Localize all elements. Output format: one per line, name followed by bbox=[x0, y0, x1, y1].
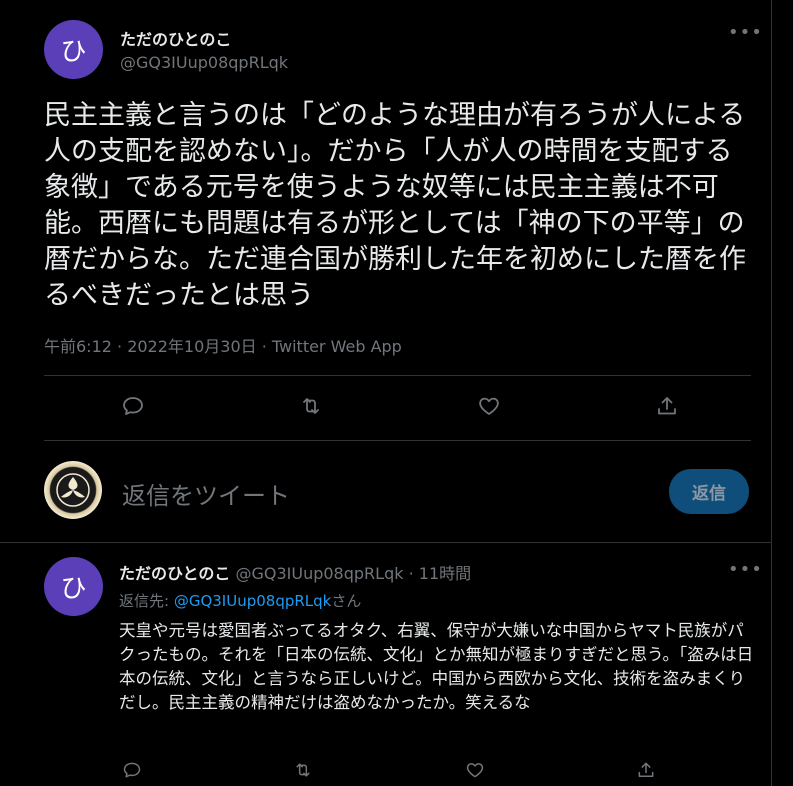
more-icon[interactable]: ••• bbox=[728, 561, 763, 579]
retweet-icon[interactable] bbox=[298, 393, 324, 419]
share-icon[interactable] bbox=[654, 393, 680, 419]
display-name[interactable]: ただのひとのこ bbox=[120, 26, 231, 50]
avatar-char: ひ bbox=[60, 574, 87, 604]
reply-button[interactable]: 返信 bbox=[669, 469, 749, 514]
divider bbox=[44, 375, 751, 376]
share-icon[interactable] bbox=[633, 757, 659, 783]
reply-header: ただのひとのこ @GQ3IUup08qpRLqk · 11時間 bbox=[119, 560, 471, 584]
avatar-char: ひ bbox=[60, 37, 87, 67]
reply-icon[interactable] bbox=[119, 757, 145, 783]
tweet-text: 民主主義と言うのは「どのような理由が有ろうが人による人の支配を認めない」。だから… bbox=[44, 100, 746, 311]
replying-to: 返信先: @GQ3IUup08qpRLqkさん bbox=[119, 590, 361, 611]
mention-link[interactable]: @GQ3IUup08qpRLqk bbox=[174, 592, 332, 610]
replying-suffix: さん bbox=[331, 592, 362, 610]
my-avatar[interactable] bbox=[44, 461, 102, 519]
retweet-icon[interactable] bbox=[290, 757, 316, 783]
divider bbox=[44, 440, 751, 441]
more-icon[interactable]: ••• bbox=[728, 24, 763, 42]
reply-time[interactable]: 11時間 bbox=[419, 564, 471, 583]
separator: · bbox=[408, 564, 414, 583]
divider bbox=[0, 542, 772, 543]
reply-handle[interactable]: @GQ3IUup08qpRLqk bbox=[235, 564, 403, 583]
replying-prefix: 返信先: bbox=[119, 592, 174, 610]
reply-avatar[interactable]: ひ bbox=[44, 557, 103, 616]
reply-input[interactable]: 返信をツイート bbox=[122, 476, 290, 511]
main-column: ひ ただのひとのこ @GQ3IUup08qpRLqk ••• 民主主義と言うのは… bbox=[0, 0, 772, 786]
reply-text: 天皇や元号は愛国者ぶってるオタク、右翼、保守が大嫌いな中国からヤマト民族がパクっ… bbox=[119, 621, 754, 712]
user-handle[interactable]: @GQ3IUup08qpRLqk bbox=[120, 53, 288, 72]
tweet-actions bbox=[44, 393, 754, 419]
like-icon[interactable] bbox=[462, 757, 488, 783]
tweet-meta[interactable]: 午前6:12 · 2022年10月30日 · Twitter Web App bbox=[44, 333, 402, 357]
reply-icon[interactable] bbox=[120, 393, 146, 419]
reply-actions bbox=[119, 757, 659, 783]
avatar[interactable]: ひ bbox=[44, 20, 103, 79]
like-icon[interactable] bbox=[476, 393, 502, 419]
reply-display-name[interactable]: ただのひとのこ bbox=[119, 564, 230, 583]
crest-icon bbox=[56, 473, 90, 507]
